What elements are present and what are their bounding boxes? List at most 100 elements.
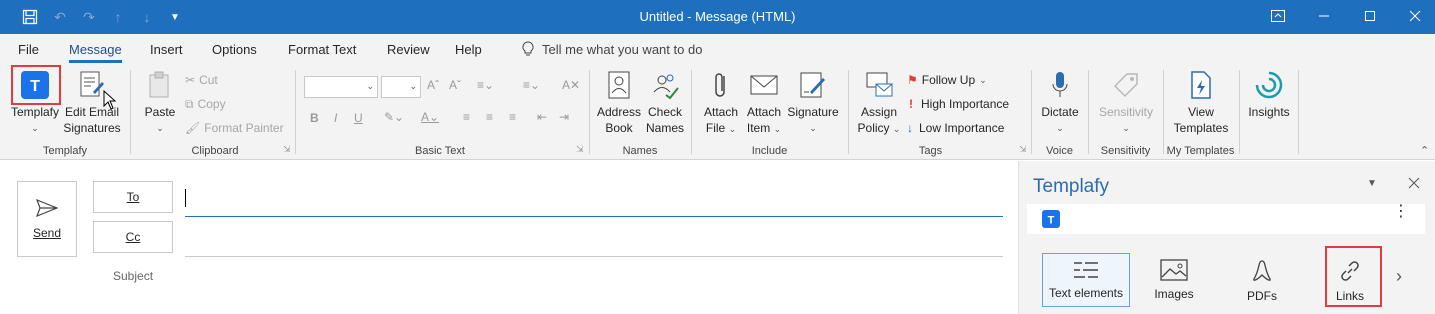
address-book-label-2: Book xyxy=(605,121,633,135)
cut-button[interactable]: ✂ Cut xyxy=(185,70,218,90)
attach-item-label-1: Attach xyxy=(746,105,782,119)
attach-file-button[interactable]: Attach File ⌄ xyxy=(700,68,742,137)
category-label: Text elements xyxy=(1048,286,1124,300)
dialog-launcher-icon[interactable]: ⇲ xyxy=(283,144,291,155)
scissors-icon: ✂ xyxy=(185,73,196,87)
highlight-color-icon[interactable]: ✎⌄ xyxy=(384,110,404,124)
chevron-right-icon[interactable]: › xyxy=(1396,266,1402,287)
align-center-icon[interactable]: ≡ xyxy=(486,110,493,124)
assign-policy-button[interactable]: Assign Policy ⌄ xyxy=(854,68,904,137)
check-names-label-1: Check xyxy=(647,105,682,119)
ribbon-display-options-icon[interactable] xyxy=(1268,6,1288,26)
group-label-names: Names xyxy=(622,145,658,157)
to-field[interactable] xyxy=(185,181,1003,217)
group-label-templafy: Templafy xyxy=(42,145,88,157)
send-icon xyxy=(36,198,58,218)
dictate-button[interactable]: Dictate ⌄ xyxy=(1036,68,1084,136)
address-book-button[interactable]: Address Book xyxy=(596,68,642,136)
view-templates-label-2: Templates xyxy=(1173,121,1229,135)
menu-help[interactable]: Help xyxy=(455,42,482,57)
align-right-icon[interactable]: ≡ xyxy=(509,110,516,124)
align-left-icon[interactable]: ≡ xyxy=(463,110,470,124)
copy-label: Copy xyxy=(197,97,226,111)
font-color-icon[interactable]: A⌄ xyxy=(421,110,439,124)
follow-up-button[interactable]: ⚑ Follow Up ⌄ xyxy=(907,70,987,90)
send-button[interactable]: Send xyxy=(17,181,77,257)
arrow-down-icon: ↓ xyxy=(907,121,913,135)
shrink-font-icon[interactable]: Aˇ xyxy=(449,78,461,92)
format-painter-button[interactable]: 🖌 Format Painter xyxy=(185,118,284,138)
ribbon-separator xyxy=(1163,70,1164,154)
sensitivity-button[interactable]: Sensitivity ⌄ xyxy=(1092,68,1160,136)
check-names-button[interactable]: Check Names xyxy=(642,68,688,136)
tell-me-search[interactable]: Tell me what you want to do xyxy=(522,41,702,57)
numbering-icon[interactable]: ≡⌄ xyxy=(523,78,540,92)
menu-bar: File Message Insert Options Format Text … xyxy=(0,34,1435,64)
copy-icon: ⧉ xyxy=(185,96,194,111)
low-importance-label: Low Importance xyxy=(919,121,1005,135)
more-options-icon[interactable]: ⋮ xyxy=(1393,204,1409,220)
menu-message[interactable]: Message xyxy=(69,42,122,63)
category-label: Images xyxy=(1154,287,1194,301)
check-names-label-2: Names xyxy=(645,121,684,135)
minimize-icon[interactable] xyxy=(1314,6,1334,26)
category-text-elements[interactable]: Text elements xyxy=(1042,253,1130,307)
dictate-label: Dictate xyxy=(1041,105,1079,119)
font-name-combo[interactable]: ⌄ xyxy=(304,76,378,98)
check-names-icon xyxy=(648,68,682,102)
grow-font-icon[interactable]: Aˆ xyxy=(427,78,439,92)
category-pdfs[interactable]: PDFs xyxy=(1218,253,1306,307)
ribbon-separator xyxy=(1088,70,1089,154)
format-painter-label: Format Painter xyxy=(204,121,284,135)
increase-indent-icon[interactable]: ⇥ xyxy=(559,110,569,124)
cc-button[interactable]: Cc xyxy=(93,221,173,253)
decrease-indent-icon[interactable]: ⇤ xyxy=(537,110,547,124)
menu-insert[interactable]: Insert xyxy=(150,42,183,57)
paste-label: Paste xyxy=(144,105,176,119)
bullets-icon[interactable]: ≡⌄ xyxy=(477,78,494,92)
high-importance-button[interactable]: ! High Importance xyxy=(909,94,1009,114)
title-bar: ↶ ↷ ↑ ↓ ▼ Untitled - Message (HTML) xyxy=(0,0,1435,34)
italic-button[interactable]: I xyxy=(334,111,337,125)
bold-button[interactable]: B xyxy=(310,111,319,125)
underline-button[interactable]: U xyxy=(354,111,363,125)
group-label-basic-text: Basic Text xyxy=(415,145,465,157)
to-button[interactable]: To xyxy=(93,181,173,213)
paste-icon xyxy=(143,68,177,102)
close-icon[interactable] xyxy=(1405,6,1425,26)
paste-button[interactable]: Paste ⌄ xyxy=(140,68,180,136)
low-importance-button[interactable]: ↓ Low Importance xyxy=(907,118,1004,138)
ribbon-separator xyxy=(848,70,849,154)
menu-review[interactable]: Review xyxy=(387,42,430,57)
menu-options[interactable]: Options xyxy=(212,42,257,57)
templafy-button-label: Templafy xyxy=(10,105,60,119)
ribbon-separator xyxy=(691,70,692,154)
menu-file[interactable]: File xyxy=(18,42,39,57)
menu-format-text[interactable]: Format Text xyxy=(288,42,356,57)
copy-button[interactable]: ⧉ Copy xyxy=(185,94,226,114)
maximize-icon[interactable] xyxy=(1360,6,1380,26)
insights-button[interactable]: Insights xyxy=(1244,68,1294,120)
clear-formatting-icon[interactable]: A✕ xyxy=(562,78,580,92)
sensitivity-label: Sensitivity xyxy=(1098,105,1154,119)
category-images[interactable]: Images xyxy=(1130,253,1218,307)
dialog-launcher-icon[interactable]: ⇲ xyxy=(1019,144,1027,155)
paintbrush-icon: 🖌 xyxy=(185,121,201,135)
signature-label: Signature xyxy=(787,105,839,119)
group-label-tags: Tags xyxy=(918,145,943,157)
group-label-clipboard: Clipboard xyxy=(191,145,239,157)
lightbulb-icon xyxy=(522,41,534,56)
panel-close-icon[interactable] xyxy=(1408,176,1420,194)
category-label: PDFs xyxy=(1247,289,1277,303)
signature-button[interactable]: Signature ⌄ xyxy=(786,68,840,136)
insights-icon xyxy=(1252,68,1286,102)
font-size-combo[interactable]: ⌄ xyxy=(381,76,421,98)
attach-item-button[interactable]: Attach Item ⌄ xyxy=(742,68,786,137)
cc-field[interactable] xyxy=(185,221,1003,257)
window-title: Untitled - Message (HTML) xyxy=(639,9,796,24)
group-label-sensitivity: Sensitivity xyxy=(1100,145,1151,157)
panel-dropdown-icon[interactable]: ▼ xyxy=(1367,178,1377,189)
view-templates-button[interactable]: View Templates xyxy=(1170,68,1232,136)
dialog-launcher-icon[interactable]: ⇲ xyxy=(576,144,584,155)
collapse-ribbon-icon[interactable]: ⌃ xyxy=(1420,144,1429,157)
